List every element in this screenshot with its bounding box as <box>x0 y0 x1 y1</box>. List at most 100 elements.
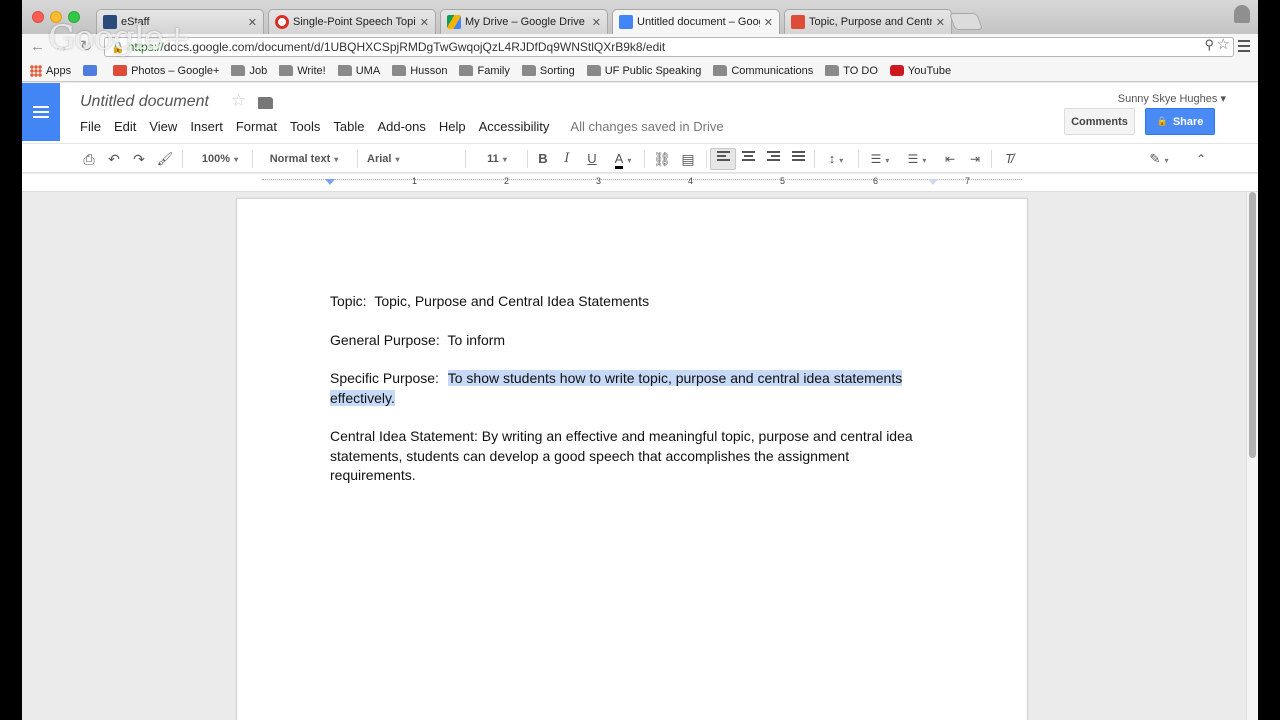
menu-file[interactable]: File <box>80 119 101 134</box>
bookmark-apps[interactable]: Apps <box>30 64 71 77</box>
bookmark-uma[interactable]: UMA <box>337 65 380 77</box>
bookmark-job[interactable]: Job <box>231 65 267 77</box>
bookmark-write[interactable]: Write! <box>279 65 326 77</box>
undo-icon[interactable]: ↶ <box>105 151 123 167</box>
left-indent-marker[interactable] <box>325 179 335 185</box>
bookmark-label: YouTube <box>907 64 952 77</box>
bookmark-communications[interactable]: Communications <box>713 65 813 77</box>
comments-button[interactable]: Comments <box>1064 108 1135 135</box>
bookmark-youtube[interactable]: YouTube <box>889 64 952 77</box>
tab-google-drive[interactable]: My Drive – Google Drive ✕ <box>440 9 608 34</box>
line-spacing-icon[interactable]: ↕ <box>821 151 851 167</box>
bookmark-to-do[interactable]: TO DO <box>825 65 878 77</box>
zoom-select[interactable]: 100% <box>192 151 248 167</box>
folder-icon <box>392 65 407 76</box>
save-status[interactable]: All changes saved in Drive <box>570 119 723 134</box>
topic-paragraph[interactable]: Topic: Topic, Purpose and Central Idea S… <box>330 292 932 312</box>
link-icon[interactable]: ⛓ <box>652 151 672 167</box>
tab-gplus-topic[interactable]: Topic, Purpose and Centra ✕ <box>784 9 952 34</box>
tab-close-icon[interactable]: ✕ <box>592 16 601 29</box>
right-indent-marker[interactable] <box>928 179 938 185</box>
ruler-number: 4 <box>688 176 694 186</box>
bookmark-photos[interactable]: Photos – Google+ <box>113 65 219 77</box>
bulleted-list-icon[interactable]: ☰ <box>902 151 932 167</box>
paragraph-style-select[interactable]: Normal text <box>260 151 348 167</box>
window-close-button[interactable] <box>32 11 44 23</box>
window-minimize-button[interactable] <box>50 11 62 23</box>
tab-speech-topic[interactable]: Single-Point Speech Topic ✕ <box>268 9 436 34</box>
menu-add-ons[interactable]: Add-ons <box>377 119 425 134</box>
increase-indent-icon[interactable]: ⇥ <box>965 151 985 167</box>
docs-home-button[interactable] <box>22 83 60 141</box>
bold-button[interactable]: B <box>535 151 551 167</box>
ruler: 1 2 3 4 5 6 7 <box>22 174 1258 192</box>
bookmark-star-icon[interactable]: ☆ <box>1217 35 1230 53</box>
bookmark-label: Husson <box>410 64 448 77</box>
tab-close-icon[interactable]: ✕ <box>936 16 945 29</box>
scrollbar-thumb[interactable] <box>1249 192 1256 458</box>
document-title[interactable]: Untitled document <box>80 93 209 111</box>
address-bar[interactable]: 🔒 https://docs.google.com/document/d/1UBQ… <box>104 37 1234 57</box>
justify-button[interactable] <box>788 151 808 167</box>
tab-estaff[interactable]: eStaff ✕ <box>96 9 264 34</box>
bookmark-google[interactable] <box>83 65 101 76</box>
menu-tools[interactable]: Tools <box>290 119 320 134</box>
vertical-scrollbar[interactable] <box>1246 192 1258 720</box>
underline-button[interactable]: U <box>584 151 600 167</box>
font-select[interactable]: Arial <box>367 151 457 167</box>
menu-table[interactable]: Table <box>333 119 364 134</box>
tab-close-icon[interactable]: ✕ <box>420 16 429 29</box>
tab-close-icon[interactable]: ✕ <box>248 16 257 29</box>
bookmark-husson[interactable]: Husson <box>392 65 447 77</box>
menu-accessibility[interactable]: Accessibility <box>479 119 550 134</box>
forward-arrow-icon[interactable]: → <box>54 38 69 56</box>
collapse-chevron-icon[interactable]: ⌃ <box>1192 151 1210 167</box>
document-body[interactable]: Topic: Topic, Purpose and Central Idea S… <box>330 292 932 505</box>
comment-icon[interactable]: ▤ <box>678 151 698 167</box>
bookmark-label: Communications <box>731 64 814 77</box>
specific-purpose-paragraph[interactable]: Specific Purpose: To show students how t… <box>330 369 932 408</box>
tab-close-icon[interactable]: ✕ <box>764 16 773 29</box>
star-icon[interactable]: ☆ <box>231 91 246 111</box>
clear-formatting-icon[interactable]: T̸ <box>999 151 1019 167</box>
bookmark-uf-public-speaking[interactable]: UF Public Speaking <box>586 65 701 77</box>
bookmark-family[interactable]: Family <box>459 65 510 77</box>
bookmark-label: Job <box>249 64 268 77</box>
browser-menu-icon[interactable] <box>1238 40 1250 52</box>
menu-edit[interactable]: Edit <box>114 119 136 134</box>
window-maximize-button[interactable] <box>68 11 80 23</box>
menu-view[interactable]: View <box>149 119 177 134</box>
align-left-button[interactable] <box>710 148 736 170</box>
text-color-label: A <box>614 151 624 169</box>
paint-format-icon[interactable]: 🖌 <box>156 151 174 167</box>
font-size-select[interactable]: 11 <box>474 151 520 167</box>
account-name[interactable]: Sunny Skye Hughes ▾ <box>1118 92 1226 105</box>
menu-help[interactable]: Help <box>439 119 466 134</box>
menu-insert[interactable]: Insert <box>190 119 223 134</box>
document-page[interactable]: Topic: Topic, Purpose and Central Idea S… <box>236 198 1028 720</box>
user-profile-icon[interactable] <box>1234 5 1250 23</box>
redo-icon[interactable]: ↷ <box>130 151 148 167</box>
bookmark-sorting[interactable]: Sorting <box>521 65 575 77</box>
zoom-magnifier-icon[interactable]: ⚲ <box>1204 37 1214 53</box>
tab-untitled-document[interactable]: Untitled document – Goog ✕ <box>612 9 780 34</box>
drive-favicon-icon <box>447 15 461 29</box>
text-color-button[interactable]: A <box>608 151 638 169</box>
numbered-list-icon[interactable]: ☰ <box>865 151 895 167</box>
print-icon[interactable]: ⎙ <box>80 151 98 167</box>
general-purpose-paragraph[interactable]: General Purpose: To inform <box>330 331 932 351</box>
back-arrow-icon[interactable]: ← <box>30 38 45 56</box>
reload-icon[interactable]: ↻ <box>80 38 93 56</box>
menu-format[interactable]: Format <box>236 119 277 134</box>
align-right-button[interactable] <box>763 151 783 167</box>
share-button[interactable]: 🔒 Share <box>1145 108 1215 135</box>
folder-icon[interactable] <box>258 97 273 109</box>
editing-mode-pencil-icon[interactable]: ✎ <box>1144 151 1174 167</box>
central-idea-paragraph[interactable]: Central Idea Statement: By writing an ef… <box>330 427 932 486</box>
toolbar-divider <box>991 150 992 168</box>
new-tab-button[interactable] <box>948 13 984 30</box>
align-center-button[interactable] <box>738 151 758 167</box>
italic-button[interactable]: I <box>559 151 575 167</box>
toolbar-divider <box>252 150 253 168</box>
decrease-indent-icon[interactable]: ⇤ <box>940 151 960 167</box>
